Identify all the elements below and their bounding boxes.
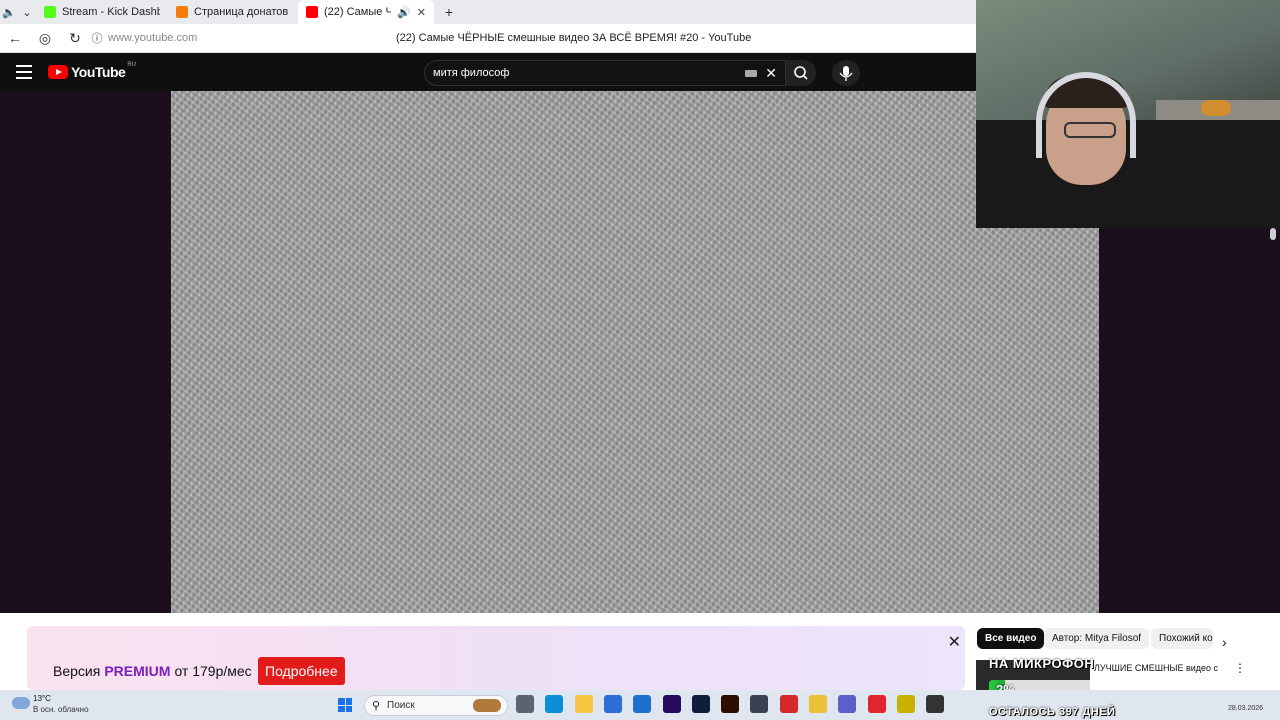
explorer-icon[interactable]	[575, 695, 593, 713]
tab-donations[interactable]: Страница донатов - Dona	[168, 0, 298, 24]
speaker-icon[interactable]: 🔈	[0, 3, 18, 21]
webcam-overlay	[976, 0, 1280, 228]
search-icon	[794, 66, 808, 80]
app-bar-icon[interactable]	[897, 695, 915, 713]
teams-icon[interactable]	[838, 695, 856, 713]
weather-temperature[interactable]: 13°C	[33, 694, 51, 703]
address-bar: ← ◎ ↻ ⓘ www.youtube.com (22) Самые ЧЁРНЫ…	[0, 24, 976, 53]
taskbar-search[interactable]: ⚲ Поиск	[364, 695, 508, 716]
donation-alerts-icon	[176, 6, 188, 18]
chip-similar[interactable]: Похожий ко	[1151, 628, 1213, 649]
chip-all-videos[interactable]: Все видео	[977, 628, 1045, 649]
youtube-play-icon	[48, 65, 68, 79]
back-icon[interactable]: ←	[0, 30, 30, 46]
voice-search-button[interactable]	[832, 60, 860, 86]
close-icon[interactable]: ✕	[948, 632, 961, 652]
kick-icon	[44, 6, 56, 18]
video-player[interactable]	[171, 91, 1099, 613]
yandex-browser-icon[interactable]	[868, 695, 886, 713]
app-yellow-icon[interactable]	[809, 695, 827, 713]
hamburger-menu-icon[interactable]	[16, 65, 32, 79]
more-options-icon[interactable]: ⋮	[1234, 661, 1246, 675]
search-icon: ⚲	[372, 700, 381, 712]
windows-start-icon[interactable]	[338, 698, 352, 712]
donation-days-left: ОСТАЛОСЬ 397 ДНЕЙ	[989, 706, 1116, 718]
scrollbar-thumb[interactable]	[1270, 228, 1276, 240]
microphone-icon	[839, 66, 853, 81]
premium-prefix: Версия	[53, 663, 101, 679]
page-title: (22) Самые ЧЁРНЫЕ смешные видео ЗА ВСЁ В…	[396, 32, 752, 44]
reload-icon[interactable]: ↻	[60, 30, 90, 47]
outlook-icon[interactable]	[633, 695, 651, 713]
illustrator-icon[interactable]	[721, 695, 739, 713]
cloud-icon[interactable]	[12, 697, 30, 709]
protect-icon[interactable]: ◎	[30, 30, 60, 47]
obs-icon[interactable]	[926, 695, 944, 713]
search-highlight-icon	[473, 699, 501, 712]
premium-text: Версия PREMIUM от 179р/мес	[53, 663, 252, 679]
audio-playing-icon: 🔊	[397, 6, 411, 19]
edge-icon[interactable]	[545, 695, 563, 713]
davinci-icon[interactable]	[750, 695, 768, 713]
browser-tab-bar: 🔈 ⌄ Stream - Kick Dashboard Страница дон…	[0, 0, 976, 24]
new-tab-button[interactable]: +	[440, 3, 458, 21]
premium-banner: Версия PREMIUM от 179р/мес Подробнее ✕	[27, 626, 965, 690]
recommendation-title[interactable]: ЛУЧШИЕ СМЕШНЫЕ видео с	[1094, 663, 1226, 673]
task-view-icon[interactable]	[516, 695, 534, 713]
chip-author[interactable]: Автор: Mitya Filosof	[1044, 628, 1150, 649]
url-field[interactable]: www.youtube.com	[108, 32, 388, 44]
wps-icon[interactable]	[780, 695, 798, 713]
tab-title: (22) Самые ЧЁРНЫЕ	[324, 6, 392, 18]
search-box: ✕	[424, 60, 786, 86]
keyboard-icon[interactable]	[745, 70, 757, 77]
taskbar-date[interactable]: 28.03.2026	[1228, 705, 1263, 712]
premium-brand: PREMIUM	[104, 663, 171, 679]
premium-price: от 179р/мес	[174, 663, 252, 679]
search-button[interactable]	[786, 60, 816, 86]
donation-goal-title: НА МИКРОФОН	[989, 656, 1095, 671]
tab-kick-dashboard[interactable]: Stream - Kick Dashboard	[36, 0, 168, 24]
tab-title: Stream - Kick Dashboard	[62, 6, 160, 18]
youtube-logo[interactable]: YouTube RU	[48, 62, 136, 80]
close-tab-icon[interactable]: ✕	[417, 6, 426, 19]
chevron-down-icon[interactable]: ⌄	[18, 3, 36, 21]
clear-search-icon[interactable]: ✕	[765, 65, 777, 82]
search-input[interactable]	[433, 61, 733, 85]
site-info-icon[interactable]: ⓘ	[90, 30, 104, 46]
taskbar-search-placeholder: Поиск	[387, 700, 415, 711]
webcam-background	[1201, 100, 1231, 116]
premiere-icon[interactable]	[663, 695, 681, 713]
chevron-right-icon[interactable]: ›	[1222, 634, 1227, 650]
region-label: RU	[127, 62, 136, 68]
store-icon[interactable]	[604, 695, 622, 713]
youtube-header: YouTube RU ✕	[0, 53, 976, 91]
premium-more-button[interactable]: Подробнее	[258, 657, 345, 685]
tab-youtube[interactable]: (22) Самые ЧЁРНЫЕ 🔊 ✕	[298, 0, 434, 24]
youtube-icon	[306, 6, 318, 18]
weather-description[interactable]: В осн. облачно	[33, 705, 89, 714]
youtube-logo-text: YouTube	[71, 64, 126, 80]
photoshop-icon[interactable]	[692, 695, 710, 713]
tab-title: Страница донатов - Dona	[194, 6, 290, 18]
glasses	[1064, 122, 1116, 138]
